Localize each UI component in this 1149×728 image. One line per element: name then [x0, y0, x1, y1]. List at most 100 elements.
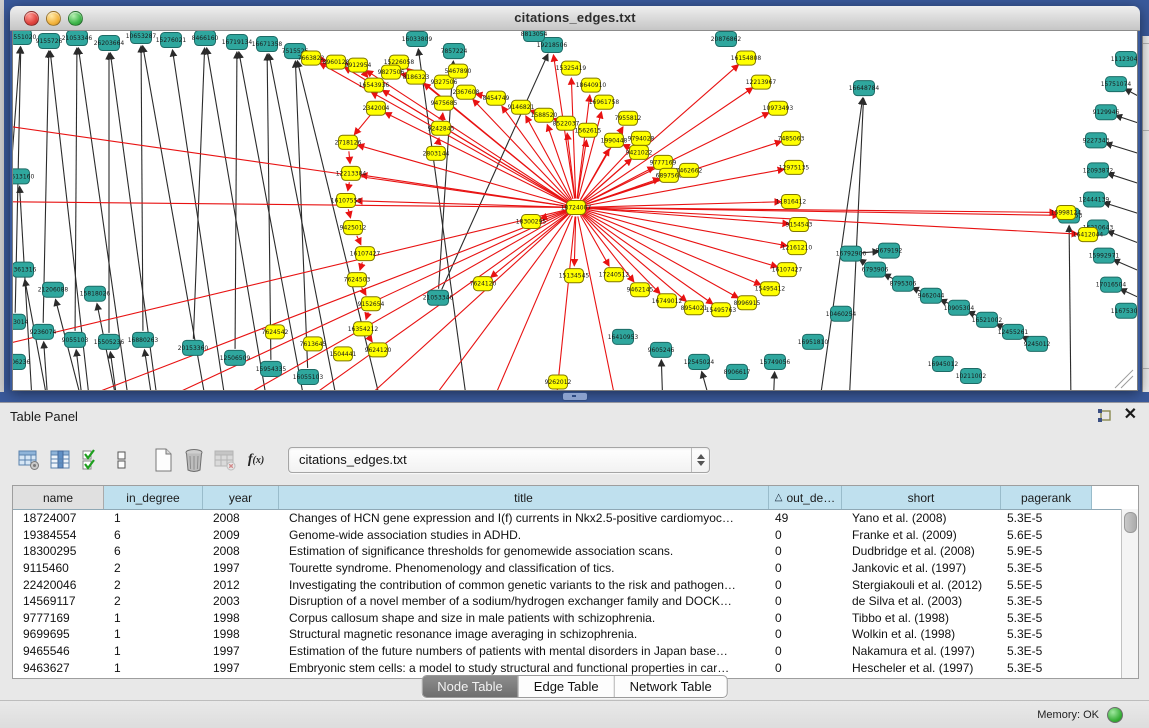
canvas-resize-grip[interactable]	[1121, 376, 1133, 388]
select-columns-icon[interactable]	[78, 447, 104, 473]
column-header-pagerank[interactable]: pagerank	[1001, 486, 1092, 509]
cell-short[interactable]: Wolkin et al. (1998)	[842, 626, 1001, 643]
citation-edge[interactable]	[235, 52, 237, 349]
cell-out_de[interactable]: 0	[769, 576, 842, 593]
citation-edge[interactable]	[1107, 231, 1137, 246]
table-settings-icon[interactable]	[16, 447, 42, 473]
table-row[interactable]: 946554611997Estimation of the future num…	[13, 643, 1138, 660]
column-header-name[interactable]: name	[13, 486, 104, 509]
cell-in_degree[interactable]: 2	[104, 560, 203, 577]
tab-network-table[interactable]: Network Table	[614, 676, 727, 697]
table-row[interactable]: 1830029562008Estimation of significance …	[13, 543, 1138, 560]
cell-year[interactable]: 2003	[203, 593, 279, 610]
cell-title[interactable]: Embryonic stem cells: a model to study s…	[279, 659, 769, 676]
cell-short[interactable]: Dudbridge et al. (2008)	[842, 543, 1001, 560]
citation-edge[interactable]	[702, 372, 713, 390]
cell-out_de[interactable]: 0	[769, 610, 842, 627]
cell-name[interactable]: 19384554	[13, 527, 104, 544]
cell-name[interactable]: 9463627	[13, 659, 104, 676]
citation-edge[interactable]	[364, 72, 368, 77]
citation-edge[interactable]	[368, 336, 372, 342]
cell-in_degree[interactable]: 1	[104, 610, 203, 627]
cell-pagerank[interactable]: 5.3E-5	[1001, 643, 1092, 660]
citation-edge[interactable]	[1113, 260, 1137, 275]
citation-edge[interactable]	[439, 61, 454, 289]
table-row[interactable]: 977716911998Corpus callosum shape and si…	[13, 610, 1138, 627]
split-pane-handle[interactable]	[562, 392, 588, 401]
cell-short[interactable]: Nakamura et al. (1997)	[842, 643, 1001, 660]
combobox-stepper-icon[interactable]	[691, 448, 709, 472]
citation-edge[interactable]	[1120, 289, 1137, 302]
delete-table-icon[interactable]	[181, 447, 207, 473]
cell-short[interactable]: Tibbo et al. (1998)	[842, 610, 1001, 627]
cell-in_degree[interactable]: 2	[104, 593, 203, 610]
tab-node-table[interactable]: Node Table	[422, 676, 518, 697]
cell-in_degree[interactable]: 1	[104, 643, 203, 660]
scrollbar-thumb[interactable]	[1124, 512, 1137, 533]
table-row[interactable]: 969969511998Structural magnetic resonanc…	[13, 626, 1138, 643]
cell-pagerank[interactable]: 5.3E-5	[1001, 560, 1092, 577]
cell-short[interactable]: Franke et al. (2009)	[842, 527, 1001, 544]
table-row[interactable]: 1872400712008Changes of HCN gene express…	[13, 510, 1138, 527]
citation-edge[interactable]	[819, 98, 863, 390]
citation-edge[interactable]	[348, 209, 350, 218]
citation-edge[interactable]	[207, 48, 273, 390]
citation-edge[interactable]	[577, 140, 586, 198]
cell-name[interactable]: 9465546	[13, 643, 104, 660]
cell-short[interactable]: de Silva et al. (2003)	[842, 593, 1001, 610]
cell-name[interactable]: 18300295	[13, 543, 104, 560]
citation-edge[interactable]	[393, 215, 571, 390]
cell-in_degree[interactable]: 1	[104, 659, 203, 676]
cell-out_de[interactable]: 0	[769, 593, 842, 610]
column-header-title[interactable]: title	[279, 486, 769, 509]
window-titlebar[interactable]: citations_edges.txt	[10, 6, 1140, 31]
cell-in_degree[interactable]: 6	[104, 543, 203, 560]
citation-edge[interactable]	[1106, 143, 1137, 156]
cell-name[interactable]: 18724007	[13, 510, 104, 527]
citation-edge[interactable]	[584, 113, 769, 204]
cell-pagerank[interactable]: 5.3E-5	[1001, 659, 1092, 676]
citation-edge[interactable]	[233, 213, 569, 390]
table-column-icon[interactable]	[47, 447, 73, 473]
cell-year[interactable]: 2008	[203, 510, 279, 527]
cell-pagerank[interactable]: 5.3E-5	[1001, 593, 1092, 610]
cell-pagerank[interactable]: 5.6E-5	[1001, 527, 1092, 544]
cell-year[interactable]: 2008	[203, 543, 279, 560]
table-row[interactable]: 2242004622012Investigating the contribut…	[13, 576, 1138, 593]
citation-edge[interactable]	[360, 262, 362, 270]
cell-name[interactable]: 14569117	[13, 593, 104, 610]
citation-edge[interactable]	[1104, 202, 1137, 216]
table-row[interactable]: 946362711997Embryonic stem cells: a mode…	[13, 659, 1138, 676]
citation-edge[interactable]	[1115, 115, 1137, 126]
cell-out_de[interactable]: 0	[769, 643, 842, 660]
function-builder-icon[interactable]: f(x)	[243, 447, 269, 473]
citation-edge[interactable]	[1108, 173, 1137, 186]
cell-year[interactable]: 1997	[203, 643, 279, 660]
cell-year[interactable]: 1997	[203, 659, 279, 676]
cell-pagerank[interactable]: 5.9E-5	[1001, 543, 1092, 560]
table-row[interactable]: 1938455462009Genome-wide association stu…	[13, 527, 1138, 544]
cell-out_de[interactable]: 0	[769, 560, 842, 577]
vertical-scrollbar[interactable]	[1121, 509, 1138, 678]
cell-name[interactable]: 9777169	[13, 610, 104, 627]
citation-edge[interactable]	[661, 360, 663, 390]
table-body[interactable]: 18724007 1 2008Changes of HCN gene express…	[13, 510, 1138, 676]
citation-edge[interactable]	[585, 202, 781, 207]
close-panel-icon[interactable]: ✕	[1124, 407, 1137, 423]
cell-title[interactable]: Investigating the contribution of common…	[279, 576, 769, 593]
cell-title[interactable]: Estimation of the future numbers of pati…	[279, 643, 769, 660]
cell-title[interactable]: Structural magnetic resonance image aver…	[279, 626, 769, 643]
float-panel-icon[interactable]	[1097, 408, 1112, 423]
cell-year[interactable]: 2012	[203, 576, 279, 593]
cell-title[interactable]: Genome-wide association studies in ADHD.	[279, 527, 769, 544]
column-header-in_degree[interactable]: in_degree	[104, 486, 203, 509]
citation-edge[interactable]	[442, 113, 443, 119]
cell-short[interactable]: Yano et al. (2008)	[842, 510, 1001, 527]
cell-name[interactable]: 9699695	[13, 626, 104, 643]
citation-edge[interactable]	[553, 216, 575, 390]
cell-out_de[interactable]: 49	[769, 510, 842, 527]
table-row[interactable]: 1456911722003Disruption of a novel membe…	[13, 593, 1138, 610]
cell-title[interactable]: Changes of HCN gene expression and I(f) …	[279, 510, 769, 527]
cell-pagerank[interactable]: 5.3E-5	[1001, 610, 1092, 627]
cell-in_degree[interactable]: 1	[104, 626, 203, 643]
